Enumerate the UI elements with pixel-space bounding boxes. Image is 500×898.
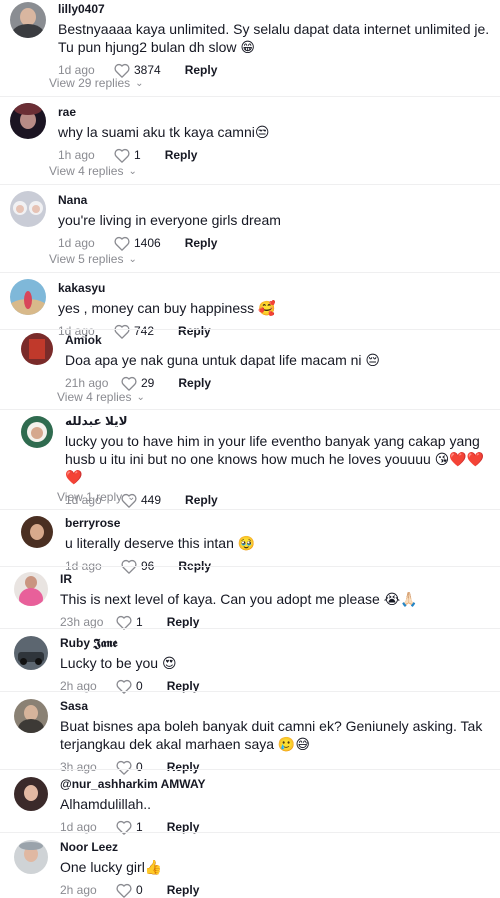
like-button[interactable]: 0 (116, 760, 143, 775)
reply-button[interactable]: Reply (165, 148, 198, 162)
comment-username[interactable]: Sasa (60, 699, 490, 713)
chevron-down-icon: ⌄ (127, 491, 136, 503)
divider (0, 184, 500, 185)
avatar[interactable] (10, 2, 46, 38)
avatar[interactable] (10, 103, 46, 139)
avatar[interactable] (14, 777, 48, 811)
comment-text: you're living in everyone girls dream (58, 212, 281, 228)
comment-timestamp: 3h ago (60, 760, 97, 774)
avatar[interactable] (21, 333, 53, 365)
comment-text: u literally deserve this intan 🥹 (65, 535, 256, 551)
comment-username[interactable]: @nur_ashharkim AMWAY (60, 777, 490, 791)
like-count: 1406 (134, 236, 161, 250)
comment-username[interactable]: lilly0407 (58, 2, 490, 16)
heart-outline-icon (116, 883, 132, 898)
like-count: 1 (134, 148, 141, 162)
comment-timestamp: 1d ago (58, 63, 95, 77)
divider (0, 691, 500, 692)
reply-button[interactable]: Reply (185, 63, 218, 77)
reply-button[interactable]: Reply (167, 615, 200, 629)
heart-outline-icon (116, 760, 132, 775)
comment-timestamp: 1d ago (58, 236, 95, 250)
comment-text: This is next level of kaya. Can you adop… (60, 591, 418, 607)
comment-text: One lucky girl👍 (60, 859, 163, 875)
avatar[interactable] (14, 572, 48, 606)
comment-text: lucky you to have him in your life event… (65, 433, 485, 485)
reply-button[interactable]: Reply (167, 883, 200, 897)
avatar[interactable] (10, 279, 46, 315)
comment-username[interactable]: IR (60, 572, 490, 586)
view-replies-label: View 5 replies (49, 252, 124, 266)
chevron-down-icon: ⌄ (135, 77, 144, 89)
view-replies-button[interactable]: View 5 replies ⌄ (49, 252, 137, 266)
like-count: 3874 (134, 63, 161, 77)
view-replies-button[interactable]: View 4 replies ⌄ (57, 390, 145, 404)
divider (0, 272, 500, 273)
avatar[interactable] (21, 416, 53, 448)
comment-username[interactable]: Ruby 𝕵𝖆𝖓𝖊 (60, 636, 490, 650)
comment-username[interactable]: berryrose (65, 516, 490, 530)
like-count: 0 (136, 883, 143, 897)
comment-username[interactable]: kakasyu (58, 281, 490, 295)
view-replies-label: View 29 replies (49, 76, 131, 90)
avatar[interactable] (10, 191, 46, 227)
comment-username[interactable]: Nana (58, 193, 490, 207)
chevron-down-icon: ⌄ (136, 391, 145, 403)
comment-text: why la suami aku tk kaya camni😒 (58, 124, 270, 140)
avatar[interactable] (21, 516, 53, 548)
comment-text: Alhamdulillah.. (60, 796, 152, 812)
comment-timestamp: 21h ago (65, 376, 109, 390)
divider (0, 409, 500, 410)
avatar[interactable] (14, 699, 48, 733)
reply-button[interactable]: Reply (185, 236, 218, 250)
like-count: 29 (141, 376, 155, 390)
divider (0, 832, 500, 833)
comment-text: Doa apa ye nak guna untuk dapat life mac… (65, 352, 381, 368)
comment-timestamp: 1h ago (58, 148, 95, 162)
comment-timestamp: 23h ago (60, 615, 104, 629)
view-replies-button[interactable]: View 29 replies ⌄ (49, 76, 144, 90)
divider (0, 96, 500, 97)
like-count: 0 (136, 760, 143, 774)
reply-button[interactable]: Reply (178, 376, 211, 390)
comment-username[interactable]: Amiok (65, 333, 490, 347)
view-replies-label: View 1 reply (57, 490, 123, 504)
view-replies-button[interactable]: View 1 reply ⌄ (57, 490, 136, 504)
view-replies-label: View 4 replies (49, 164, 124, 178)
comment-text: Lucky to be you 😍 (60, 655, 177, 671)
like-button[interactable]: 29 (121, 376, 154, 391)
view-replies-button[interactable]: View 4 replies ⌄ (49, 164, 137, 178)
heart-outline-icon (121, 376, 137, 391)
like-button[interactable]: 1406 (114, 236, 161, 251)
like-button[interactable]: 1 (114, 148, 141, 163)
comment-username[interactable]: لايلا عبدلله (65, 414, 490, 428)
comment-username[interactable]: Noor Leez (60, 840, 490, 854)
reply-button[interactable]: Reply (167, 760, 200, 774)
view-replies-label: View 4 replies (57, 390, 132, 404)
comment-text: Bestnyaaaa kaya unlimited. Sy selalu dap… (58, 21, 490, 55)
comment-username[interactable]: rae (58, 105, 490, 119)
divider (0, 566, 500, 567)
chevron-down-icon: ⌄ (128, 253, 137, 265)
divider (0, 329, 500, 330)
avatar[interactable] (14, 840, 48, 874)
divider (0, 769, 500, 770)
like-count: 449 (141, 493, 162, 507)
like-button[interactable]: 0 (116, 883, 143, 898)
reply-button[interactable]: Reply (185, 493, 218, 507)
heart-outline-icon (114, 236, 130, 251)
avatar[interactable] (14, 636, 48, 670)
divider (0, 509, 500, 510)
comment-text: Buat bisnes apa boleh banyak duit camni … (60, 718, 483, 752)
divider (0, 628, 500, 629)
comment-timestamp: 2h ago (60, 883, 97, 897)
comment-text: yes , money can buy happiness 🥰 (58, 300, 276, 316)
like-count: 1 (136, 615, 143, 629)
chevron-down-icon: ⌄ (128, 165, 137, 177)
heart-outline-icon (114, 148, 130, 163)
